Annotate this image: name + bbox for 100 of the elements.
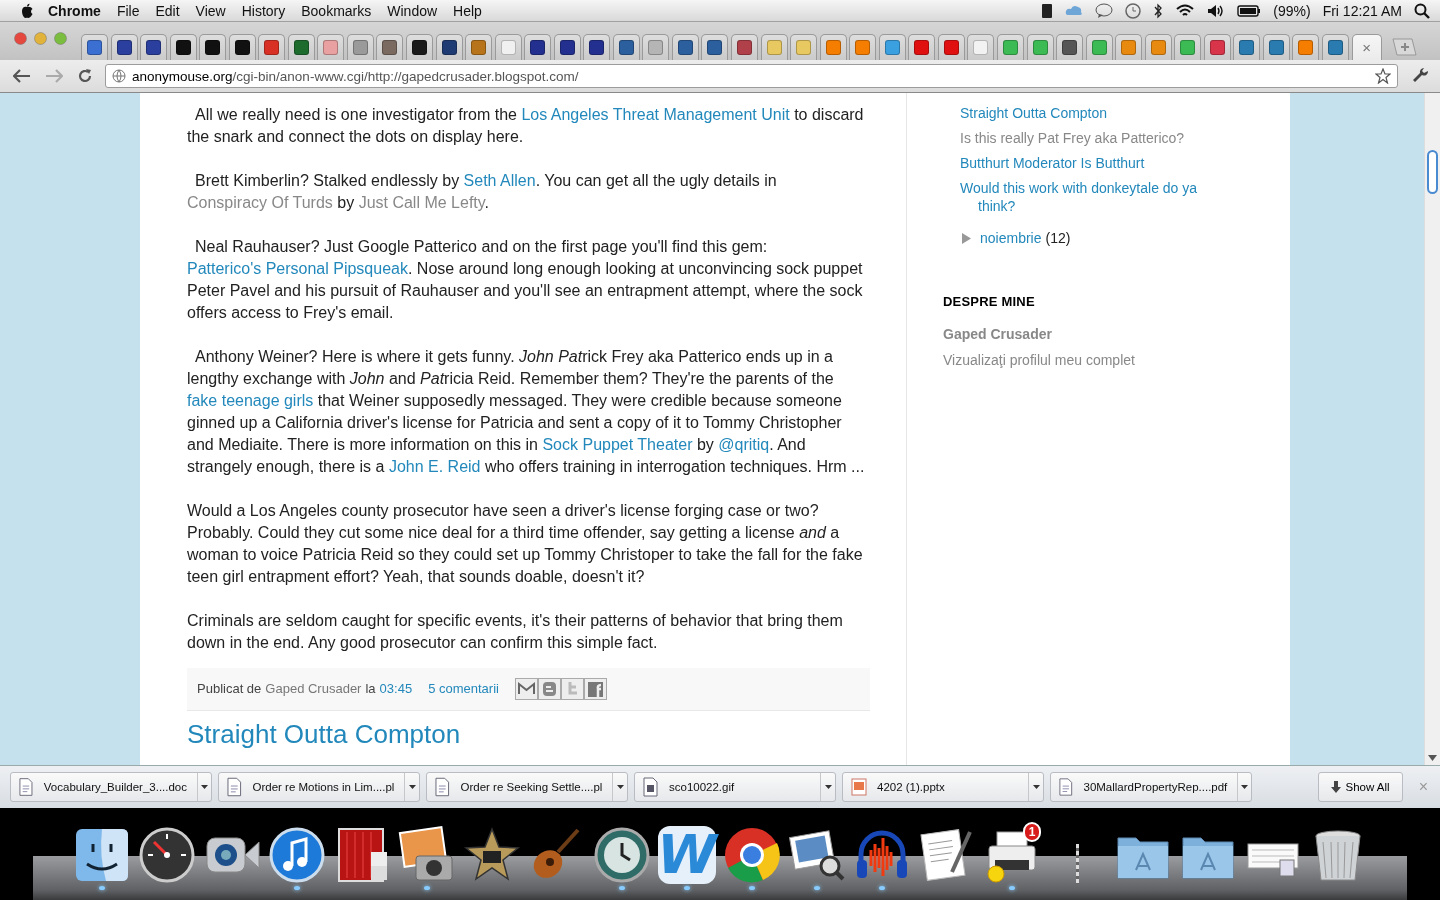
archive-link[interactable]: Butthurt Moderator Is Butthurt xyxy=(960,154,1145,172)
text-link[interactable]: fake teenage girls xyxy=(187,392,314,409)
browser-tab[interactable] xyxy=(169,34,197,60)
file-icon xyxy=(227,777,243,797)
browser-icon[interactable] xyxy=(723,826,781,884)
browser-tab[interactable] xyxy=(701,34,729,60)
browser-tab[interactable]: × xyxy=(1351,34,1382,60)
browser-tab[interactable] xyxy=(553,34,581,60)
menu-item[interactable]: View xyxy=(187,0,234,21)
battery-percent: (99%) xyxy=(1273,2,1311,19)
menu-item[interactable]: Edit xyxy=(147,0,188,21)
post-paragraph: All we really need is one investigator from the Los Angeles Threat Management Unit to discard the snark and connect the dots on display here. xyxy=(187,105,865,147)
text-link[interactable]: Just Call Me Lefty xyxy=(358,194,485,211)
caret-icon[interactable] xyxy=(824,785,832,789)
archive-link[interactable]: Is this really Pat Frey aka Patterico? xyxy=(960,129,1185,147)
file-icon xyxy=(435,777,451,797)
download-item[interactable]: Order re Motions in Lim....pl xyxy=(218,772,420,802)
archive-link[interactable]: Straight Outta Compton xyxy=(960,104,1108,122)
caret-icon[interactable] xyxy=(616,785,624,789)
download-item[interactable]: 4202 (1).pptx xyxy=(842,772,1044,802)
menu-item[interactable]: History xyxy=(233,0,294,21)
menu-item[interactable]: Help xyxy=(445,0,490,21)
text-link[interactable]: Seth Allen xyxy=(463,172,536,189)
bluetooth-icon[interactable] xyxy=(1153,2,1164,19)
browser-tab[interactable] xyxy=(583,34,611,60)
camera-icon[interactable] xyxy=(398,826,456,884)
caret-icon[interactable] xyxy=(408,785,416,789)
author-link[interactable]: Gaped Crusader xyxy=(265,678,362,700)
post-paragraph: Brett Kimberlin? Stalked endlessly by Seth Allen. You can get all the ugly details in Conspiracy Of Turds by Just Call Me Lefty. xyxy=(187,171,778,213)
menu-item[interactable]: File xyxy=(108,0,148,21)
volume-icon[interactable] xyxy=(1207,2,1226,19)
caret-icon[interactable] xyxy=(1032,785,1040,789)
music-note-icon[interactable] xyxy=(268,826,326,884)
download-filename: sco10022.gif xyxy=(669,781,736,793)
browser-tab[interactable] xyxy=(110,34,138,60)
back-arrow-icon[interactable] xyxy=(13,69,31,83)
browser-tab[interactable] xyxy=(406,34,433,60)
archive-month-link[interactable]: noiembrie xyxy=(980,229,1042,247)
caret-icon[interactable] xyxy=(201,785,208,789)
smiley-face-icon[interactable] xyxy=(73,826,131,884)
facebook-share-icon[interactable] xyxy=(583,678,607,700)
scroll-down-arrow-icon[interactable] xyxy=(1428,755,1437,761)
tab-close-button[interactable]: × xyxy=(1362,40,1371,55)
text-link[interactable]: @qritiq xyxy=(718,436,770,453)
reload-icon[interactable] xyxy=(77,68,93,84)
post-title-link[interactable]: Straight Outta Compton xyxy=(187,719,870,749)
post-time-link[interactable]: 03:45 xyxy=(379,678,413,700)
speech-bubble-icon[interactable] xyxy=(1095,2,1114,19)
comments-link[interactable]: 5 comentarii xyxy=(428,678,499,700)
email-share-icon[interactable] xyxy=(514,678,538,700)
browser-tab[interactable] xyxy=(140,34,168,60)
browser-tab[interactable] xyxy=(671,34,699,60)
text-link[interactable]: Patterico's Personal Pipsqueak xyxy=(187,260,408,277)
close-light-icon[interactable] xyxy=(14,31,27,45)
download-filename: Order re Motions in Lim....pl xyxy=(252,781,395,793)
profile-link[interactable]: Vizualizaţi profilul meu complet xyxy=(943,351,1220,369)
scrollbar-thumb-icon[interactable] xyxy=(1426,150,1439,194)
browser-tab[interactable] xyxy=(524,34,552,60)
globe-icon xyxy=(112,69,126,83)
download-item[interactable]: Vocabulary_Builder_3....doc xyxy=(10,772,212,802)
browser-tab[interactable] xyxy=(731,34,759,60)
bookmark-star-icon[interactable] xyxy=(1375,68,1391,84)
post-paragraph: Would a Los Angeles county prosecutor have seen a driver's license forging case or two? Probably. Could they cut some nice deal for a third time offender, say getting a license and a woman to voice Patricia Reid so they could set up Tommy Christoper to take the fall for the fake teen girl entrapment effort? Yeah, that sounds doable, doesn't it? xyxy=(187,501,864,587)
notification-badge: 1 xyxy=(1023,822,1041,842)
search-icon[interactable] xyxy=(1414,2,1430,19)
triangle-icon[interactable] xyxy=(961,232,972,244)
gauge-icon[interactable] xyxy=(138,826,196,884)
text-link[interactable]: Conspiracy Of Turds xyxy=(187,194,333,211)
status-icon[interactable] xyxy=(1041,2,1054,19)
menubar-clock[interactable]: Fri 12:21 AM xyxy=(1322,2,1402,19)
download-item[interactable]: Order re Seeking Settle....pl xyxy=(426,772,628,802)
close-downloads-button[interactable]: × xyxy=(1418,778,1428,796)
file-icon xyxy=(851,777,867,797)
caret-icon[interactable] xyxy=(1241,785,1249,789)
battery-icon[interactable] xyxy=(1237,3,1262,18)
menu-item[interactable]: Chrome xyxy=(34,0,109,21)
menu-item[interactable]: Bookmarks xyxy=(293,0,380,21)
browser-tab[interactable] xyxy=(228,34,256,60)
clock-icon[interactable] xyxy=(593,826,651,884)
byline-label: la xyxy=(365,680,376,698)
blog-share-icon[interactable] xyxy=(537,678,561,700)
profile-name-link[interactable]: Gaped Crusader xyxy=(943,325,1220,343)
browser-tab[interactable] xyxy=(612,34,640,60)
browser-tab[interactable] xyxy=(287,34,315,60)
text-link[interactable]: Los Angeles Threat Management Unit xyxy=(521,106,790,123)
download-item[interactable]: sco10022.gif xyxy=(634,772,836,802)
wrench-icon[interactable] xyxy=(1412,67,1430,85)
show-all-button[interactable]: Show All xyxy=(1317,772,1403,802)
text-link[interactable]: John E. Reid xyxy=(388,458,481,475)
browser-tab[interactable] xyxy=(435,34,463,60)
browser-tab[interactable] xyxy=(1056,34,1084,60)
browser-tab[interactable] xyxy=(199,34,227,60)
archive-link[interactable]: Would this work with donkeytale do ya think? xyxy=(960,179,1202,215)
menu-item[interactable]: Window xyxy=(379,0,446,21)
post-paragraph: Neal Rauhauser? Just Google Patterico and on the first page you'll find this gem: Patterico's Personal Pipsqueak. Nose around long enough looking at unconvincing sock puppet Peter Pavel and his pursuit of Rauhauser and you'll see an entrapment attempt, where the sock offers access to Frey's email. xyxy=(187,237,864,323)
text-link[interactable]: Sock Puppet Theater xyxy=(542,436,693,453)
download-item[interactable]: 30MallardPropertyRep....pdf xyxy=(1050,772,1252,802)
download-filename: 30MallardPropertyRep....pdf xyxy=(1083,781,1228,793)
address-bar[interactable]: anonymouse.org/cgi-bin/anon-www.cgi/http://gapedcrusader.blogspot.com/ xyxy=(105,64,1398,88)
file-icon xyxy=(643,777,659,797)
